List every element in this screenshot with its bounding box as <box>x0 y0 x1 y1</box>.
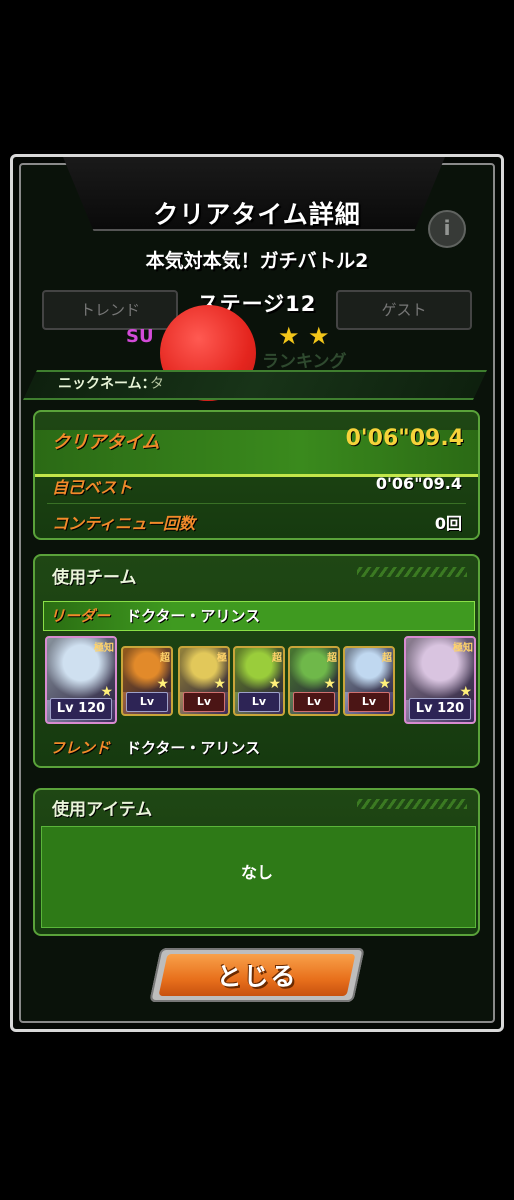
level-badge: Lv 120 <box>409 698 471 720</box>
stage-label: ステージ12 <box>197 292 317 316</box>
clear-time-value: 0'06"09.4 <box>345 426 464 451</box>
level-badge: Lv 140 <box>126 692 168 714</box>
level-badge: Lv 120 <box>348 692 390 714</box>
decor-stripes <box>357 799 467 809</box>
level-badge: Lv 120 <box>238 692 280 714</box>
info-icon[interactable]: i <box>428 210 466 248</box>
level-badge: Lv 120 <box>50 698 112 720</box>
type-badge: 超 <box>327 653 337 664</box>
continue-value: 0回 <box>434 514 462 533</box>
team-member-card[interactable]: 超 ★Lv 140 <box>121 646 173 716</box>
type-badge: 超 <box>382 653 392 664</box>
level-badge: Lv 140 <box>183 692 225 714</box>
divider <box>47 503 466 504</box>
team-member-card[interactable]: 超 ★Lv 120 <box>233 646 285 716</box>
star-icon: ★ <box>156 676 169 692</box>
team-member-card[interactable]: 極知 ★ Lv 120 <box>45 636 117 724</box>
friend-label: フレンド <box>50 739 111 757</box>
star-icon: ★ <box>323 676 336 692</box>
team-member-card[interactable]: 超 ★Lv 120 <box>343 646 395 716</box>
star-icon: ★ <box>213 676 226 692</box>
dialog-subtitle: 本気対本気！ガチバトル2 <box>145 250 369 272</box>
team-member-card[interactable]: 極知 ★ Lv 120 <box>404 636 476 724</box>
type-badge: 極知 <box>453 643 473 654</box>
nickname-value: タ <box>150 376 164 392</box>
type-badge: 超 <box>160 653 170 664</box>
type-badge: 極知 <box>94 643 114 654</box>
team-member-card[interactable]: 超 ★Lv 150 <box>288 646 340 716</box>
star-icon: ★ <box>308 322 330 350</box>
decor-stripes <box>357 567 467 577</box>
star-icon: ★ <box>378 676 391 692</box>
leader-name: ドクター・アリンス <box>126 607 261 625</box>
ranking-ghost: ランキング <box>262 352 347 372</box>
star-icon: ★ <box>268 676 281 692</box>
items-section-title: 使用アイテム <box>52 800 153 820</box>
difficulty-label: SU <box>126 326 154 347</box>
level-badge: Lv 150 <box>293 692 335 714</box>
star-icon: ★ <box>278 322 300 350</box>
team-member-card[interactable]: 極 ★Lv 140 <box>178 646 230 716</box>
type-badge: 超 <box>272 653 282 664</box>
team-section-title: 使用チーム <box>52 568 137 588</box>
friend-name: ドクター・アリンス <box>126 739 261 757</box>
personal-best-label: 自己ベスト <box>52 478 133 497</box>
leader-label: リーダー <box>50 607 111 625</box>
close-button-label[interactable]: とじる <box>155 957 359 993</box>
continue-label: コンティニュー回数 <box>52 514 196 533</box>
nickname-label: ニックネーム： <box>58 376 156 392</box>
type-badge: 極 <box>217 653 227 664</box>
clear-time-label: クリアタイム <box>52 432 160 453</box>
personal-best-value: 0'06"09.4 <box>375 474 462 493</box>
items-value: なし <box>240 863 273 882</box>
